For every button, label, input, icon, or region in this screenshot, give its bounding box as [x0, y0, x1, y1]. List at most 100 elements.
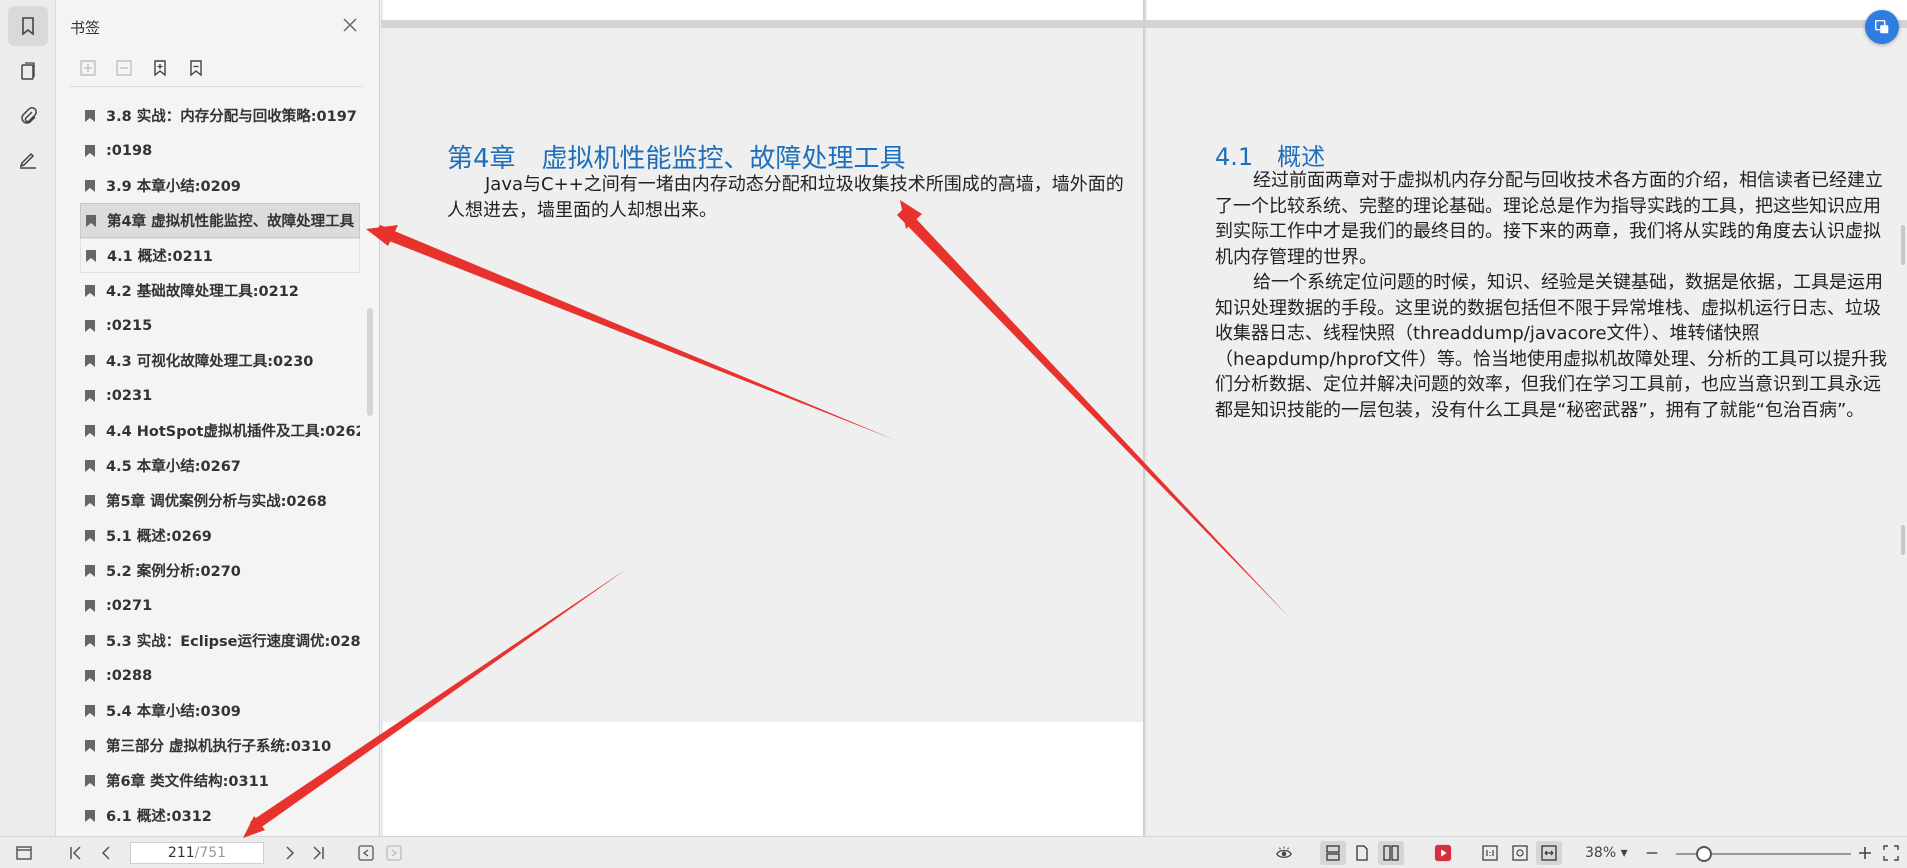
zoom-in-icon[interactable] — [1856, 843, 1874, 863]
list-item[interactable]: 5.1 概述:0269 — [80, 518, 360, 553]
list-item[interactable]: 4.1 概述:0211 — [80, 238, 360, 273]
chapter-epigraph: Java与C++之间有一堵由内存动态分配和垃圾收集技术所围成的高墙，墙外面的人想… — [447, 174, 1124, 221]
list-item[interactable]: 3.8 实战：内存分配与回收策略:0197 — [80, 98, 360, 133]
previous-page-edge — [383, 0, 1143, 22]
list-item[interactable]: 5.4 本章小结:0309 — [80, 693, 360, 728]
next-page-edge — [383, 722, 1143, 836]
expand-all-icon[interactable] — [76, 56, 100, 80]
bookmark-panel-icon[interactable] — [8, 6, 48, 46]
fit-width-icon — [1540, 843, 1558, 863]
bookmark-label: :0215 — [106, 317, 153, 334]
first-page-icon[interactable] — [66, 843, 86, 863]
fit-page-icon[interactable] — [1510, 843, 1530, 863]
bookmark-icon — [85, 389, 95, 402]
list-item[interactable]: 6.1 概述:0312 — [80, 798, 360, 833]
page-scrollbar[interactable] — [1901, 525, 1905, 555]
bookmark-label: :0271 — [106, 597, 153, 614]
section-body: 经过前面两章对于虚拟机内存分配与回收技术各方面的介绍，相信读者已经建立了一个比较… — [1215, 168, 1895, 423]
sidebar-toggle-icon[interactable] — [14, 843, 34, 863]
zoom-slider-handle[interactable] — [1696, 846, 1712, 862]
bookmark-label: 4.2 基础故障处理工具:0212 — [106, 284, 299, 300]
remove-bookmark-icon[interactable] — [184, 56, 208, 80]
add-bookmark-icon[interactable] — [148, 56, 172, 80]
bookmark-label: 3.8 实战：内存分配与回收策略:0197 — [106, 109, 357, 125]
bottom-toolbar: 211/751 38% ▾ — [0, 836, 1907, 868]
list-item[interactable]: :0215 — [80, 308, 360, 343]
list-item[interactable]: 第三部分 虚拟机执行子系统:0310 — [80, 728, 360, 763]
left-icon-rail — [0, 0, 56, 836]
bookmark-icon — [85, 809, 95, 822]
list-item[interactable]: 4.4 HotSpot虚拟机插件及工具:0262 — [80, 413, 360, 448]
bookmark-icon — [85, 739, 95, 752]
previous-page-icon[interactable] — [96, 843, 116, 863]
list-item[interactable]: :0271 — [80, 588, 360, 623]
chapter-title: 第4章 虚拟机性能监控、故障处理工具 — [447, 144, 906, 174]
right-page: 4.1 概述 经过前面两章对于虚拟机内存分配与回收技术各方面的介绍，相信读者已经… — [1147, 28, 1907, 836]
bookmark-icon — [85, 634, 95, 647]
bookmark-icon — [85, 319, 95, 332]
bookmark-icon — [85, 599, 95, 612]
total-pages: /751 — [194, 845, 227, 861]
bookmark-panel: 书签 3.8 实战：内存分配与回收策略:0197 :0198 3.9 本章小结:… — [56, 0, 380, 836]
previous-page-edge — [1147, 0, 1907, 22]
paragraph: 经过前面两章对于虚拟机内存分配与回收技术各方面的介绍，相信读者已经建立了一个比较… — [1215, 170, 1883, 268]
list-item[interactable]: :0198 — [80, 133, 360, 168]
thumbnail-panel-icon[interactable] — [8, 52, 48, 92]
bookmark-label: 第4章 虚拟机性能监控、故障处理工具 — [107, 214, 355, 230]
page-number-input[interactable]: 211/751 — [130, 842, 264, 864]
list-item[interactable]: 5.2 案例分析:0270 — [80, 553, 360, 588]
left-page: 第4章 虚拟机性能监控、故障处理工具 Java与C++之间有一堵由内存动态分配和… — [383, 28, 1143, 722]
signature-icon[interactable] — [8, 140, 48, 180]
bookmark-icon — [85, 109, 95, 122]
bookmark-icon — [85, 564, 95, 577]
single-page-icon[interactable] — [1352, 843, 1372, 863]
fullscreen-icon[interactable] — [1882, 843, 1900, 863]
back-icon[interactable] — [356, 843, 376, 863]
bookmark-label: 第6章 类文件结构:0311 — [106, 774, 269, 790]
list-item[interactable]: 4.5 本章小结:0267 — [80, 448, 360, 483]
bookmark-label: 3.9 本章小结:0209 — [106, 179, 241, 195]
zoom-out-icon[interactable] — [1644, 843, 1660, 863]
next-page-icon[interactable] — [280, 843, 300, 863]
play-icon[interactable] — [1432, 843, 1454, 863]
translate-icon[interactable] — [1865, 10, 1899, 44]
list-item[interactable]: 4.2 基础故障处理工具:0212 — [80, 273, 360, 308]
eye-icon[interactable] — [1272, 843, 1296, 863]
bookmark-icon — [85, 669, 95, 682]
bookmark-icon — [85, 179, 95, 192]
last-page-icon[interactable] — [308, 843, 328, 863]
bookmark-icon — [85, 529, 95, 542]
forward-icon[interactable] — [384, 843, 404, 863]
bookmark-label: 5.1 概述:0269 — [106, 529, 212, 545]
list-item[interactable]: 5.3 实战：Eclipse运行速度调优:0287 — [80, 623, 360, 658]
list-item[interactable]: 第5章 调优案例分析与实战:0268 — [80, 483, 360, 518]
list-item[interactable]: :0231 — [80, 378, 360, 413]
bookmark-label: :0231 — [106, 387, 153, 404]
paragraph: 给一个系统定位问题的时候，知识、经验是关键基础，数据是依据，工具是运用知识处理数… — [1215, 272, 1887, 421]
bookmark-icon — [86, 249, 96, 262]
list-item[interactable]: 4.3 可视化故障处理工具:0230 — [80, 343, 360, 378]
bookmark-icon — [85, 459, 95, 472]
bookmark-icon — [85, 424, 95, 437]
zoom-level[interactable]: 38% ▾ — [1585, 845, 1628, 861]
continuous-view-icon — [1324, 843, 1342, 863]
bookmark-list: 3.8 实战：内存分配与回收策略:0197 :0198 3.9 本章小结:020… — [80, 98, 360, 833]
bookmark-icon — [85, 704, 95, 717]
bookmark-icon — [85, 494, 95, 507]
bookmark-label: :0288 — [106, 667, 153, 684]
bookmark-label: 第三部分 虚拟机执行子系统:0310 — [106, 739, 332, 755]
close-icon[interactable] — [341, 16, 359, 34]
attachment-icon[interactable] — [8, 96, 48, 136]
page-scrollbar[interactable] — [1901, 225, 1905, 265]
bookmark-label: :0198 — [106, 142, 153, 159]
page-divider — [1143, 0, 1145, 836]
bookmark-label: 4.1 概述:0211 — [107, 249, 213, 265]
list-item-selected[interactable]: 第4章 虚拟机性能监控、故障处理工具 — [80, 203, 360, 238]
list-item[interactable]: 3.9 本章小结:0209 — [80, 168, 360, 203]
list-item[interactable]: 第6章 类文件结构:0311 — [80, 763, 360, 798]
actual-size-icon[interactable] — [1480, 843, 1500, 863]
panel-scrollbar[interactable] — [367, 308, 373, 416]
collapse-all-icon[interactable] — [112, 56, 136, 80]
bookmark-label: 4.5 本章小结:0267 — [106, 459, 241, 475]
list-item[interactable]: :0288 — [80, 658, 360, 693]
